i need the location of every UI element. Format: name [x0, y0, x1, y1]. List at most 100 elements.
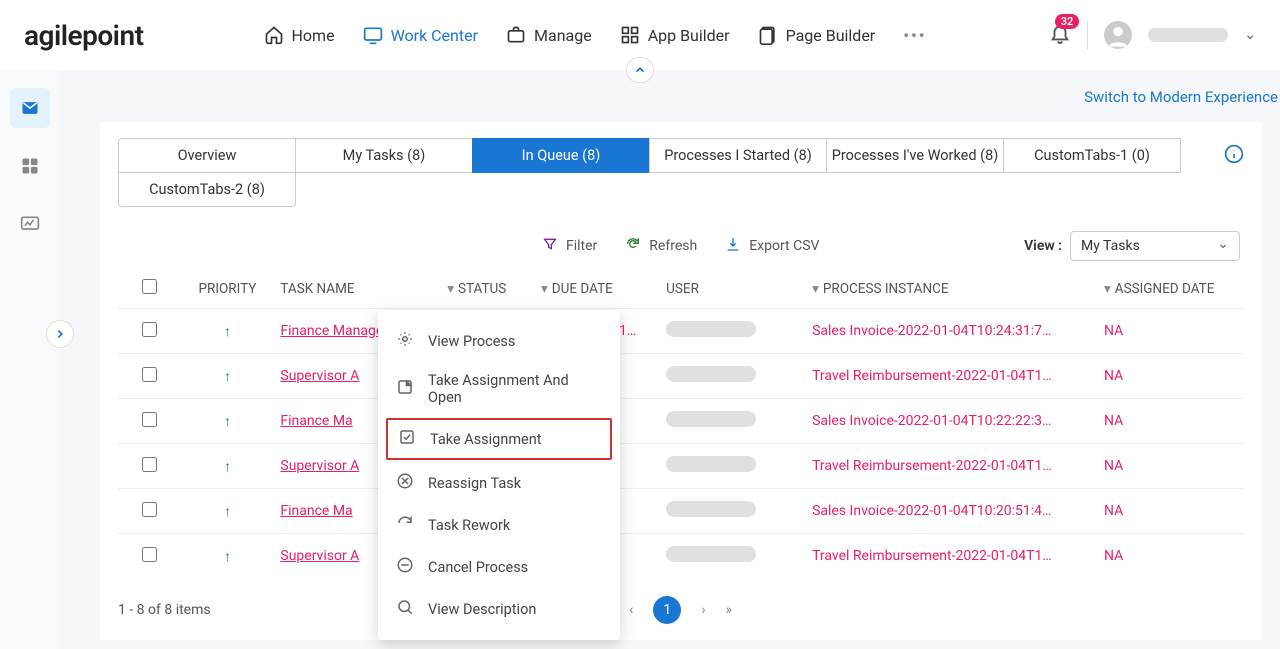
process-instance-link[interactable]: Sales Invoice-2022-01-04T10:24:31:7… — [812, 323, 1051, 339]
sidebar — [0, 70, 60, 649]
user-redacted — [666, 546, 756, 562]
tab-my-tasks[interactable]: My Tasks (8) — [295, 138, 473, 173]
process-instance-link[interactable]: Sales Invoice-2022-01-04T10:20:51:4… — [812, 503, 1051, 519]
tab-processes-started[interactable]: Processes I Started (8) — [649, 138, 827, 173]
table-row[interactable]: ↑Finance Manager A…New2022/01/05 1…Sales… — [118, 309, 1244, 354]
logo: agilepoint — [24, 19, 144, 52]
priority-up-icon: ↑ — [224, 504, 231, 520]
assigned-date-value: NA — [1104, 368, 1123, 384]
menu-item-label: Task Rework — [428, 517, 510, 534]
refresh-label: Refresh — [649, 238, 697, 254]
export-icon — [725, 236, 741, 256]
context-menu-item-reassign-task[interactable]: Reassign Task — [378, 462, 620, 504]
nav-manage[interactable]: Manage — [506, 25, 592, 45]
notification-badge: 32 — [1055, 14, 1080, 29]
process-instance-link[interactable]: Travel Reimbursement-2022-01-04T1… — [812, 548, 1052, 564]
apps-icon — [20, 156, 40, 176]
user-redacted — [666, 501, 756, 517]
process-instance-link[interactable]: Travel Reimbursement-2022-01-04T1… — [812, 368, 1052, 384]
content-card: Overview My Tasks (8) In Queue (8) Proce… — [100, 122, 1262, 640]
col-assigned-date[interactable]: ▾ASSIGNED DATE — [1098, 269, 1244, 309]
tab-custom-1[interactable]: CustomTabs-1 (0) — [1003, 138, 1181, 173]
info-icon[interactable] — [1224, 144, 1244, 168]
export-csv-button[interactable]: Export CSV — [725, 236, 819, 256]
pager-prev[interactable]: ‹ — [629, 602, 633, 618]
view-label: View : — [1024, 238, 1062, 254]
view-group: View : My Tasks — [1024, 231, 1240, 261]
menu-item-label: View Description — [428, 601, 536, 618]
select-all-checkbox[interactable] — [142, 279, 157, 294]
col-user[interactable]: USER — [660, 269, 806, 309]
menu-item-icon — [398, 428, 416, 450]
context-menu-item-take-assignment-and-open[interactable]: Take Assignment And Open — [378, 362, 620, 416]
tab-overview[interactable]: Overview — [118, 138, 296, 173]
menu-item-icon — [396, 514, 414, 536]
task-name-link[interactable]: Finance Ma — [280, 413, 352, 429]
table-row[interactable]: ↑Supervisor A05 1…Travel Reimbursement-2… — [118, 354, 1244, 399]
context-menu-item-cancel-process[interactable]: Cancel Process — [378, 546, 620, 588]
switch-experience-link[interactable]: Switch to Modern Experience — [60, 88, 1280, 106]
menu-item-icon — [396, 378, 414, 400]
col-priority[interactable]: PRIORITY — [181, 269, 275, 309]
context-menu-item-view-description[interactable]: View Description — [378, 588, 620, 630]
sidebar-apps[interactable] — [10, 146, 50, 186]
user-name-redacted — [1148, 28, 1228, 42]
pager-page-1[interactable]: 1 — [653, 596, 681, 624]
assigned-date-value: NA — [1104, 548, 1123, 564]
col-process-instance[interactable]: ▾PROCESS INSTANCE — [806, 269, 1098, 309]
nav-page-builder[interactable]: Page Builder — [758, 25, 876, 45]
col-task-name[interactable]: TASK NAME — [274, 269, 441, 309]
view-select[interactable]: My Tasks — [1070, 231, 1240, 261]
table-row[interactable]: ↑Supervisor A05 1…Travel Reimbursement-2… — [118, 444, 1244, 489]
row-checkbox[interactable] — [142, 502, 157, 517]
row-checkbox[interactable] — [142, 457, 157, 472]
notifications[interactable]: 32 — [1049, 22, 1071, 48]
analytics-icon — [20, 214, 40, 234]
process-instance-link[interactable]: Sales Invoice-2022-01-04T10:22:22:3… — [812, 413, 1051, 429]
task-name-link[interactable]: Finance Ma — [280, 503, 352, 519]
nav-more[interactable]: ••• — [903, 25, 926, 45]
pager-summary: 1 - 8 of 8 items — [118, 602, 211, 618]
sidebar-analytics[interactable] — [10, 204, 50, 244]
task-name-link[interactable]: Supervisor A — [280, 368, 359, 384]
row-checkbox[interactable] — [142, 322, 157, 337]
pager-last[interactable]: » — [726, 602, 733, 618]
row-checkbox[interactable] — [142, 367, 157, 382]
table-row[interactable]: ↑Finance Ma05 1…Sales Invoice-2022-01-04… — [118, 399, 1244, 444]
nav-app-builder[interactable]: App Builder — [620, 25, 730, 45]
chevron-up-icon — [633, 63, 647, 77]
task-name-link[interactable]: Supervisor A — [280, 548, 359, 564]
process-instance-link[interactable]: Travel Reimbursement-2022-01-04T1… — [812, 458, 1052, 474]
pager-next[interactable]: › — [701, 602, 705, 618]
tab-in-queue[interactable]: In Queue (8) — [472, 138, 650, 173]
tab-custom-2[interactable]: CustomTabs-2 (8) — [118, 173, 296, 207]
row-checkbox[interactable] — [142, 547, 157, 562]
nav-work-center[interactable]: Work Center — [363, 25, 478, 45]
priority-up-icon: ↑ — [224, 414, 231, 430]
tab-processes-worked[interactable]: Processes I've Worked (8) — [826, 138, 1004, 173]
col-status[interactable]: ▾STATUS — [441, 269, 535, 309]
nav-home[interactable]: Home — [264, 25, 335, 45]
user-redacted — [666, 456, 756, 472]
sidebar-inbox[interactable] — [10, 88, 50, 128]
menu-item-icon — [396, 330, 414, 352]
refresh-button[interactable]: Refresh — [625, 236, 697, 256]
table-row[interactable]: ↑Supervisor A05 1…Travel Reimbursement-2… — [118, 534, 1244, 579]
row-checkbox[interactable] — [142, 412, 157, 427]
table-row[interactable]: ↑Finance Ma05 1…Sales Invoice-2022-01-04… — [118, 489, 1244, 534]
collapse-header-button[interactable] — [626, 57, 654, 83]
menu-item-label: Take Assignment — [430, 431, 542, 448]
context-menu-item-view-process[interactable]: View Process — [378, 320, 620, 362]
assigned-date-value: NA — [1104, 503, 1123, 519]
context-menu-item-take-assignment[interactable]: Take Assignment — [386, 418, 612, 460]
nav-home-label: Home — [292, 26, 335, 45]
task-name-link[interactable]: Supervisor A — [280, 458, 359, 474]
avatar-icon[interactable] — [1104, 21, 1132, 49]
context-menu-item-task-rework[interactable]: Task Rework — [378, 504, 620, 546]
chevron-down-icon[interactable]: ⌄ — [1244, 27, 1256, 43]
col-due-date[interactable]: ▾DUE DATE — [535, 269, 660, 309]
nav-app-builder-label: App Builder — [648, 26, 730, 45]
filter-icon: ▾ — [1104, 281, 1111, 297]
filter-button[interactable]: Filter — [542, 236, 597, 256]
filter-icon: ▾ — [541, 281, 548, 297]
